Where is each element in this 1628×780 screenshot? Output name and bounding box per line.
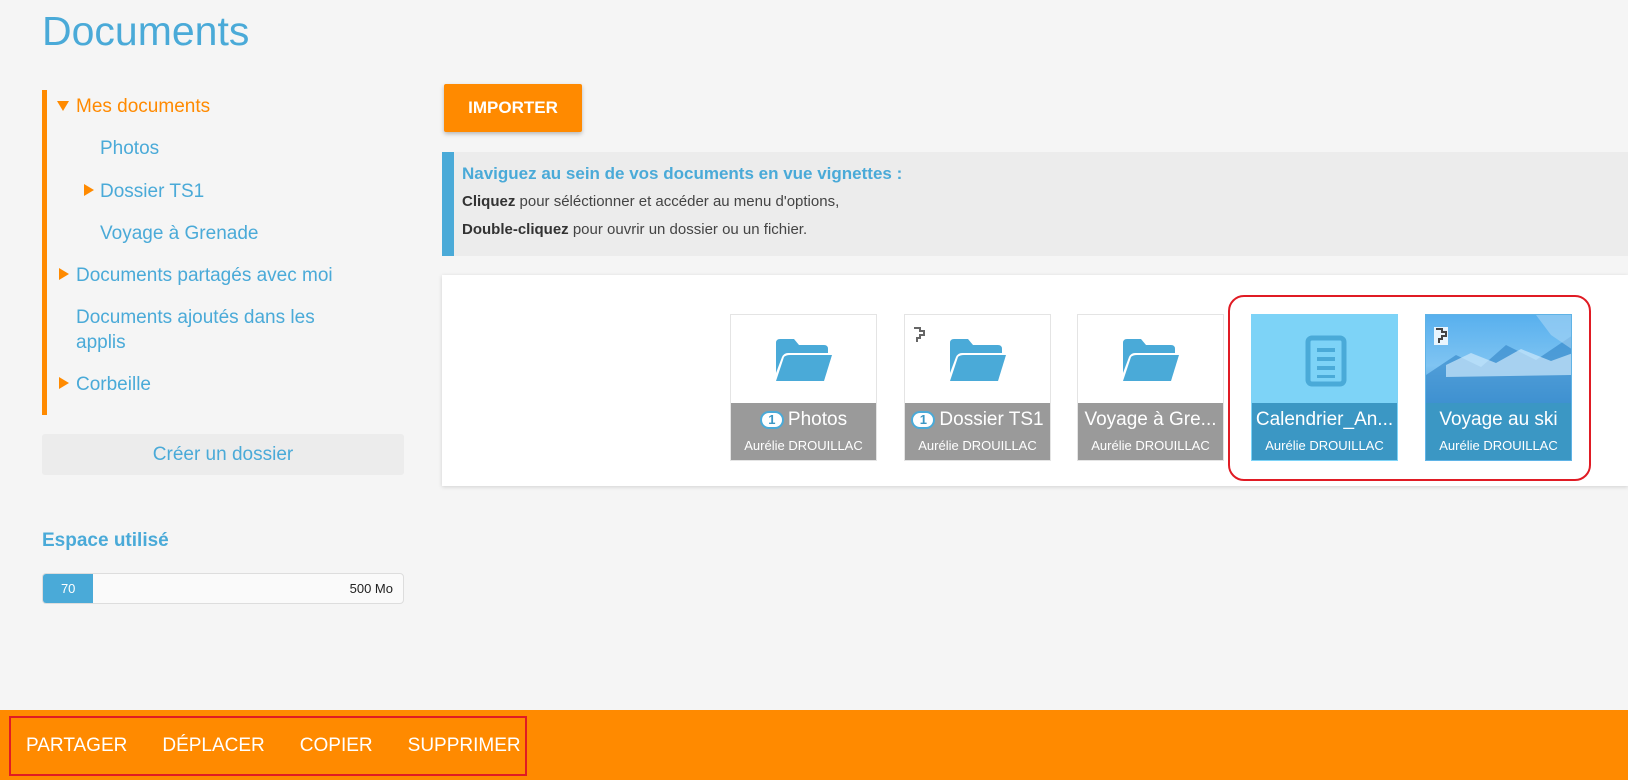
tree-item-mes-documents[interactable]: Mes documents	[76, 94, 210, 119]
info-line: Cliquez pour séléctionner et accéder au …	[462, 193, 1620, 210]
page-title: Documents	[42, 8, 250, 54]
tree-item-trash[interactable]: Corbeille	[76, 372, 151, 397]
tile-voyage-grenade[interactable]: Voyage à Gre... Aurélie DROUILLAC	[1077, 314, 1224, 461]
tree-item-photos[interactable]: Photos	[100, 136, 159, 161]
tile-name: Voyage à Gre...	[1084, 409, 1217, 430]
folder-icon	[776, 339, 832, 381]
share-button[interactable]: PARTAGER	[26, 735, 127, 757]
delete-button[interactable]: SUPPRIMER	[408, 735, 521, 757]
shared-icon	[914, 327, 925, 342]
storage-progress-bar: 70 500 Mo	[42, 573, 404, 604]
caret-right-icon[interactable]	[84, 184, 94, 196]
info-title: Naviguez au sein de vos documents en vue…	[462, 164, 903, 183]
storage-total: 500 Mo	[349, 581, 393, 596]
tile-name-row: 1 Photos	[731, 409, 876, 431]
info-line: Double-cliquez pour ouvrir un dossier ou…	[462, 221, 1620, 238]
copy-button[interactable]: COPIER	[300, 735, 373, 757]
folder-icon	[950, 339, 1006, 381]
tile-name: Photos	[787, 409, 848, 430]
storage-title: Espace utilisé	[42, 530, 169, 551]
info-line-bold: Double-cliquez	[462, 221, 569, 238]
tile-owner: Aurélie DROUILLAC	[1091, 438, 1210, 453]
storage-used: 70	[43, 574, 94, 603]
tile-footer: 1 Dossier TS1 Aurélie DROUILLAC	[905, 403, 1050, 460]
count-badge: 1	[759, 411, 784, 429]
tile-footer: Voyage à Gre... Aurélie DROUILLAC	[1078, 403, 1223, 460]
tile-photos[interactable]: 1 Photos Aurélie DROUILLAC	[730, 314, 877, 461]
tree-item-voyage-grenade[interactable]: Voyage à Grenade	[100, 221, 258, 246]
info-line-text: pour séléctionner et accéder au menu d'o…	[515, 193, 840, 210]
count-badge: 1	[911, 411, 936, 429]
selection-highlight	[1228, 295, 1591, 481]
tree-item-app-documents[interactable]: Documents ajoutés dans les applis	[76, 305, 366, 355]
tile-name: Dossier TS1	[939, 409, 1044, 430]
folder-tree: Mes documents Photos Dossier TS1 Voyage …	[42, 90, 402, 415]
folder-icon	[1123, 339, 1179, 381]
tile-name-row: 1 Dossier TS1	[905, 409, 1050, 431]
tile-dossier-ts1[interactable]: 1 Dossier TS1 Aurélie DROUILLAC	[904, 314, 1051, 461]
info-line-text: pour ouvrir un dossier ou un fichier.	[568, 221, 808, 238]
create-folder-button[interactable]: Créer un dossier	[42, 434, 404, 475]
move-button[interactable]: DÉPLACER	[162, 735, 264, 757]
import-button[interactable]: IMPORTER	[444, 84, 582, 132]
tile-name-row: Voyage à Gre...	[1078, 409, 1223, 431]
tree-item-shared-with-me[interactable]: Documents partagés avec moi	[76, 263, 333, 288]
info-line-bold: Cliquez	[462, 193, 516, 210]
tree-item-dossier-ts1[interactable]: Dossier TS1	[100, 179, 204, 204]
tile-footer: 1 Photos Aurélie DROUILLAC	[731, 403, 876, 460]
caret-down-icon[interactable]	[57, 101, 69, 111]
caret-right-icon[interactable]	[59, 268, 69, 280]
info-box: Naviguez au sein de vos documents en vue…	[442, 152, 1628, 256]
tile-owner: Aurélie DROUILLAC	[744, 438, 863, 453]
caret-right-icon[interactable]	[59, 377, 69, 389]
action-group: PARTAGER DÉPLACER COPIER SUPPRIMER	[9, 716, 527, 776]
tile-owner: Aurélie DROUILLAC	[918, 438, 1037, 453]
